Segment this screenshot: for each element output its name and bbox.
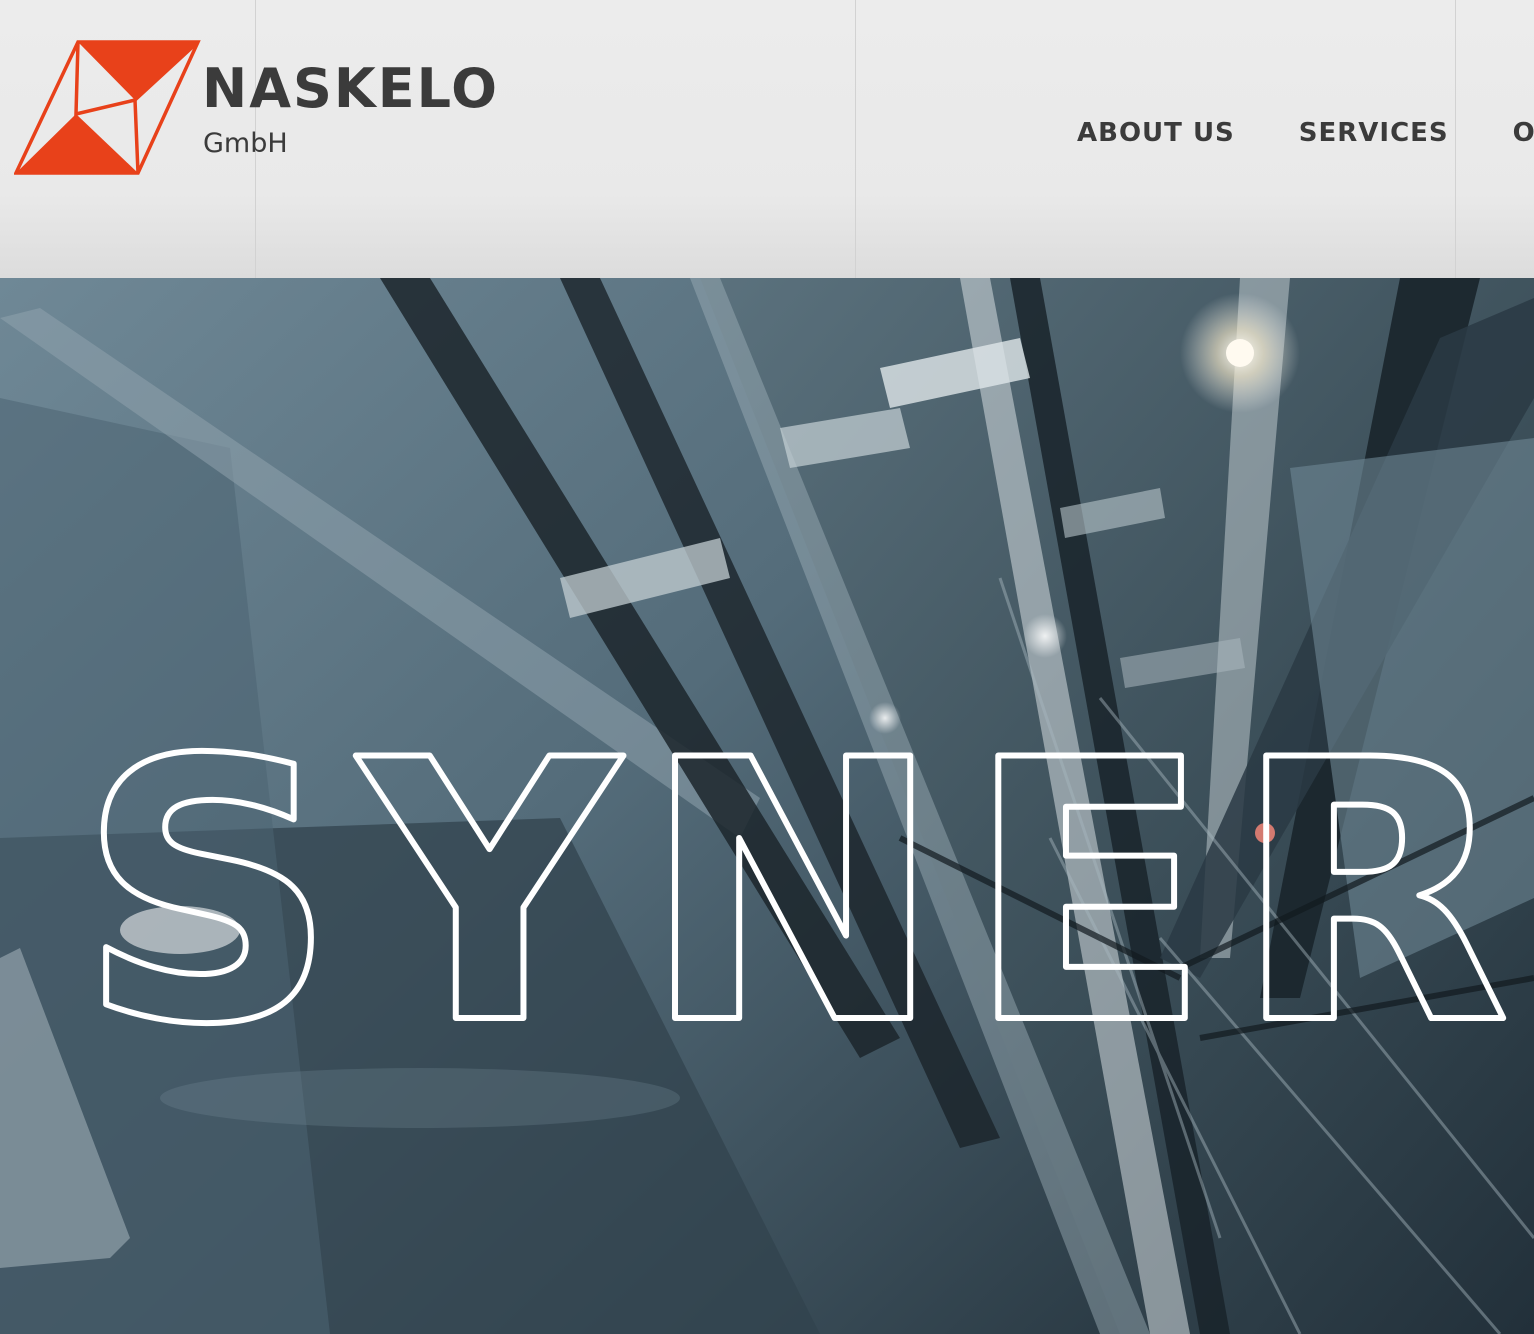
nav-item-services[interactable]: SERVICES — [1299, 120, 1449, 146]
hero-headline-text: SYNERG — [78, 684, 1534, 1103]
nav-item-our[interactable]: OU — [1513, 120, 1534, 146]
main-navigation: ABOUT US SERVICES OU — [1077, 120, 1534, 146]
logo-link[interactable]: NASKELO GmbH — [0, 0, 500, 200]
naskelo-logo-icon — [14, 40, 201, 175]
hero-section: SYNERG — [0, 278, 1534, 1334]
hero-headline: SYNERG — [75, 681, 1534, 1106]
site-header: NASKELO GmbH ABOUT US SERVICES OU — [0, 0, 1534, 278]
brand-suffix: GmbH — [203, 128, 288, 159]
header-grid-line — [855, 0, 856, 278]
page: NASKELO GmbH ABOUT US SERVICES OU — [0, 0, 1534, 1334]
brand-name: NASKELO — [202, 57, 499, 120]
nav-item-about-us[interactable]: ABOUT US — [1077, 120, 1235, 146]
